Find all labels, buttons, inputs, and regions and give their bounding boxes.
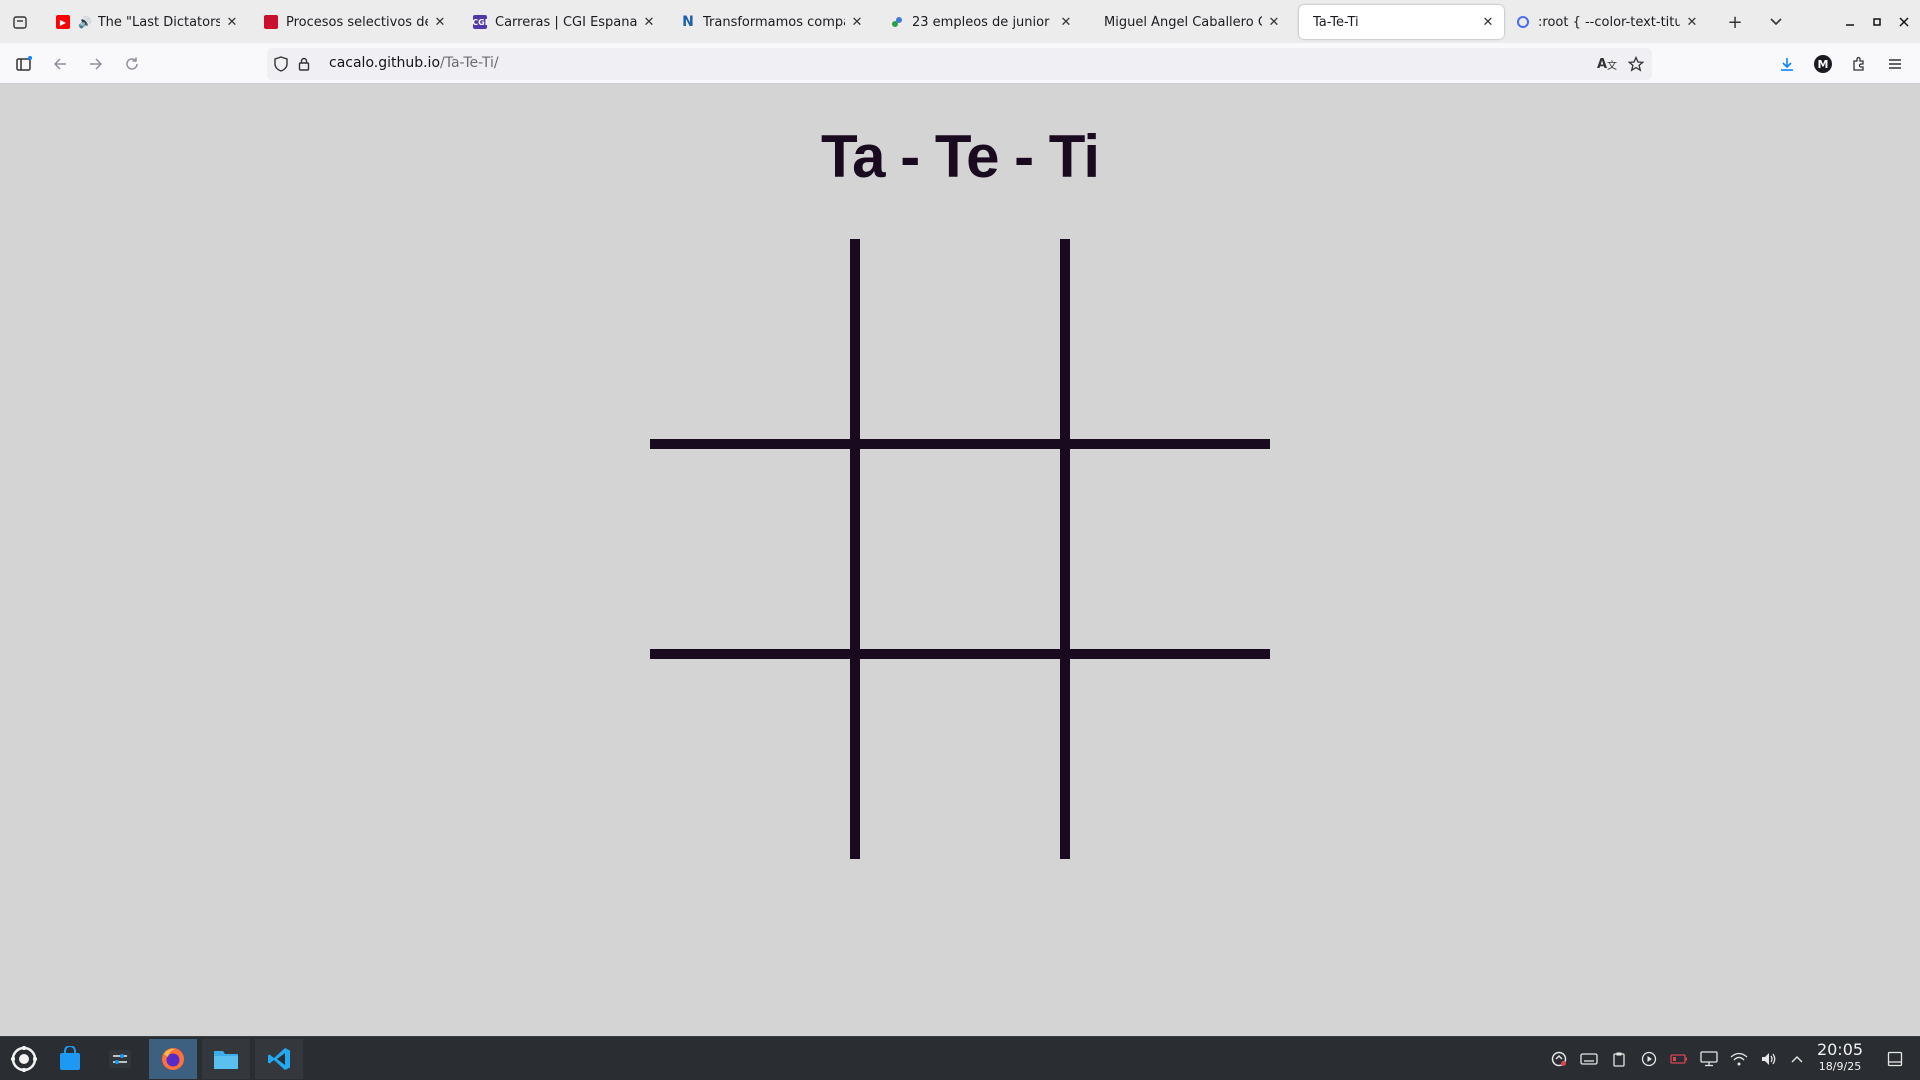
- extensions-icon[interactable]: [1845, 50, 1873, 78]
- taskbar: 20:05 18/9/25: [0, 1036, 1920, 1080]
- close-icon[interactable]: ✕: [1480, 14, 1496, 30]
- board-cell-2[interactable]: [860, 239, 1066, 445]
- firefox-icon[interactable]: [149, 1039, 197, 1079]
- grid-line-vertical: [1060, 239, 1070, 859]
- tab-title: Transformamos compañ: [703, 14, 845, 30]
- close-icon[interactable]: ✕: [1058, 14, 1074, 30]
- tab-title: 23 empleos de junior so: [912, 14, 1054, 30]
- grid-line-horizontal: [650, 439, 1270, 449]
- tic-tac-toe-board: [650, 239, 1270, 859]
- minimize-button[interactable]: [1838, 10, 1862, 34]
- discover-store-icon[interactable]: [46, 1039, 94, 1079]
- clock-time: 20:05: [1816, 1040, 1864, 1059]
- grid-line-horizontal: [650, 649, 1270, 659]
- tab-transformamos[interactable]: N Transformamos compañ ✕: [673, 5, 873, 39]
- speaker-icon[interactable]: 🔊: [78, 16, 92, 29]
- wifi-icon[interactable]: [1729, 1049, 1749, 1069]
- board-cell-5[interactable]: [860, 449, 1066, 655]
- clipboard-icon[interactable]: [1609, 1049, 1629, 1069]
- tab-title: Carreras | CGI Espana: [495, 14, 637, 30]
- close-icon[interactable]: ✕: [432, 14, 448, 30]
- media-player-icon[interactable]: [1639, 1049, 1659, 1069]
- close-window-button[interactable]: [1892, 10, 1916, 34]
- file-manager-icon[interactable]: [202, 1039, 250, 1079]
- back-button[interactable]: [46, 50, 74, 78]
- tab-title: Miguel Ángel Caballero Gón: [1104, 14, 1262, 30]
- url-host: cacalo.github.io: [329, 55, 441, 71]
- board-cell-6[interactable]: [1070, 449, 1276, 655]
- maximize-button[interactable]: [1865, 10, 1889, 34]
- downloads-icon[interactable]: [1773, 50, 1801, 78]
- keyboard-icon[interactable]: [1579, 1049, 1599, 1069]
- tab-youtube[interactable]: ▶ 🔊 The "Last Dictatorshi ✕: [48, 5, 248, 39]
- board-cell-9[interactable]: [1070, 659, 1276, 865]
- chatgpt-icon: [1516, 15, 1530, 29]
- clock[interactable]: 20:05 18/9/25: [1810, 1041, 1870, 1074]
- tab-root-css[interactable]: :root { --color-text-titulos ✕: [1508, 5, 1708, 39]
- tab-title: :root { --color-text-titulos: [1538, 14, 1680, 30]
- display-configuration-icon[interactable]: [1699, 1049, 1719, 1069]
- new-tab-button[interactable]: +: [1722, 9, 1748, 35]
- indeed-icon: [890, 15, 904, 29]
- page-content: Ta - Te - Ti: [0, 84, 1920, 1036]
- youtube-icon: ▶: [56, 15, 70, 29]
- tab-cgi[interactable]: CGI Carreras | CGI Espana ✕: [465, 5, 665, 39]
- reload-button[interactable]: [118, 50, 146, 78]
- page-title: Ta - Te - Ti: [820, 123, 1100, 190]
- clock-date: 18/9/25: [1818, 1060, 1862, 1073]
- tab-miguel[interactable]: Miguel Ángel Caballero Gón ✕: [1090, 5, 1290, 39]
- system-settings-icon[interactable]: [96, 1039, 144, 1079]
- close-icon[interactable]: ✕: [1684, 14, 1700, 30]
- close-icon[interactable]: ✕: [849, 14, 865, 30]
- url-path: /Ta-Te-Ti/: [440, 55, 499, 71]
- sidebar-toggle-icon[interactable]: [10, 50, 38, 78]
- close-icon[interactable]: ✕: [224, 14, 240, 30]
- account-avatar[interactable]: M: [1809, 50, 1837, 78]
- close-icon[interactable]: ✕: [641, 14, 657, 30]
- url-bar[interactable]: cacalo.github.io/Ta-Te-Ti/ A文: [267, 48, 1652, 80]
- update-notifier-icon[interactable]: [1549, 1049, 1569, 1069]
- board-cell-8[interactable]: [860, 659, 1066, 865]
- board-cell-4[interactable]: [650, 449, 856, 655]
- tab-title: The "Last Dictatorshi: [97, 14, 220, 30]
- shield-icon[interactable]: [271, 54, 291, 74]
- show-desktop-icon[interactable]: [1885, 1049, 1905, 1069]
- n-logo-icon: N: [682, 14, 694, 30]
- volume-icon[interactable]: [1759, 1049, 1779, 1069]
- close-icon[interactable]: ✕: [1266, 14, 1282, 30]
- tab-title: Ta-Te-Ti: [1313, 14, 1359, 30]
- tab-tatetti[interactable]: Ta-Te-Ti ✕: [1299, 5, 1504, 39]
- vscode-icon[interactable]: [255, 1039, 303, 1079]
- navigation-toolbar: cacalo.github.io/Ta-Te-Ti/ A文 M: [0, 43, 1920, 84]
- url-text[interactable]: cacalo.github.io/Ta-Te-Ti/: [329, 55, 499, 71]
- menu-icon[interactable]: [1881, 50, 1909, 78]
- tray-expand-chevron-icon[interactable]: [1787, 1049, 1807, 1069]
- translate-icon[interactable]: A文: [1597, 54, 1617, 74]
- cgi-icon: CGI: [472, 15, 488, 29]
- tab-empleos[interactable]: 23 empleos de junior so ✕: [882, 5, 1082, 39]
- tab-title: Procesos selectivos de la: [286, 14, 428, 30]
- grid-line-vertical: [850, 239, 860, 859]
- community-icon: [264, 15, 278, 29]
- lock-icon[interactable]: [294, 54, 314, 74]
- battery-icon[interactable]: [1669, 1049, 1689, 1069]
- application-launcher-icon[interactable]: [0, 1039, 48, 1079]
- board-cell-3[interactable]: [1070, 239, 1276, 445]
- board-cell-1[interactable]: [650, 239, 856, 445]
- tab-procesos[interactable]: Procesos selectivos de la ✕: [256, 5, 456, 39]
- tab-overview-icon[interactable]: [7, 9, 33, 35]
- forward-button[interactable]: [82, 50, 110, 78]
- board-cell-7[interactable]: [650, 659, 856, 865]
- list-all-tabs-icon[interactable]: [1763, 9, 1789, 35]
- bookmark-star-icon[interactable]: [1626, 54, 1646, 74]
- tab-strip: ▶ 🔊 The "Last Dictatorshi ✕ Procesos sel…: [0, 0, 1920, 43]
